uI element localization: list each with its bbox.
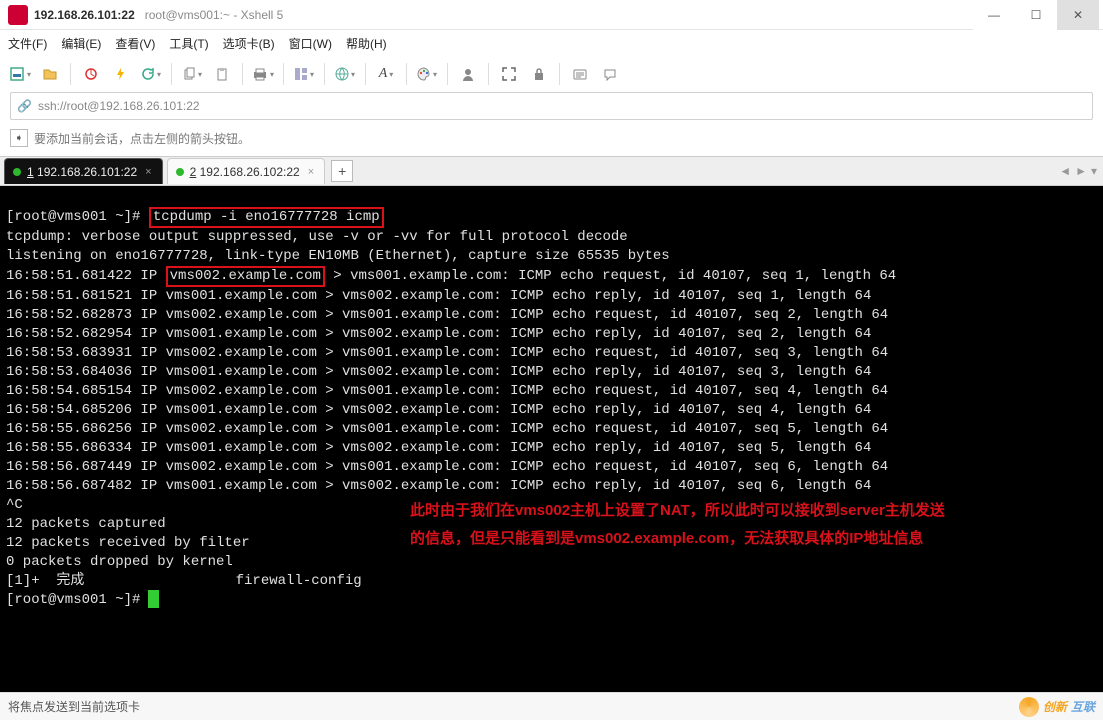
term-line: 16:58:52.682873 IP vms002.example.com > … [6, 307, 888, 323]
reconnect-button[interactable] [137, 60, 165, 88]
menu-tools[interactable]: 工具(T) [169, 35, 208, 52]
tab-2-label: 192.168.26.102:22 [200, 165, 300, 179]
term-line: listening on eno16777728, link-type EN10… [6, 248, 670, 264]
annotation-line-1: 此时由于我们在vms002主机上设置了NAT，所以此时可以接收到server主机… [410, 498, 945, 524]
term-line: 12 packets captured [6, 516, 166, 532]
session-tabs: 1 192.168.26.101:22 × 2 192.168.26.102:2… [0, 156, 1103, 186]
term-line-part: > vms001.example.com: ICMP echo request,… [325, 268, 896, 284]
term-line: 16:58:52.682954 IP vms001.example.com > … [6, 326, 871, 342]
link-icon: 🔗 [17, 99, 32, 113]
status-text: 将焦点发送到当前选项卡 [8, 698, 140, 715]
user-button[interactable] [454, 60, 482, 88]
menu-edit[interactable]: 编辑(E) [61, 35, 101, 52]
terminal-cursor [149, 591, 158, 607]
app-icon [8, 5, 28, 25]
term-line: 16:58:55.686256 IP vms002.example.com > … [6, 421, 888, 437]
term-line: 16:58:55.686334 IP vms001.example.com > … [6, 440, 871, 456]
color-scheme-button[interactable] [413, 60, 441, 88]
compose-button[interactable] [566, 60, 594, 88]
maximize-button[interactable]: ☐ [1015, 0, 1057, 30]
menu-help[interactable]: 帮助(H) [346, 35, 387, 52]
terminal-output[interactable]: [root@vms001 ~]# tcpdump -i eno16777728 … [0, 186, 1103, 692]
term-line: 0 packets dropped by kernel [6, 554, 233, 570]
brand-icon [1019, 697, 1039, 717]
font-button[interactable]: A [372, 60, 400, 88]
menu-view[interactable]: 查看(V) [115, 35, 155, 52]
disconnect-bolt-icon[interactable] [107, 60, 135, 88]
tab-scroll-right-icon[interactable]: ► [1075, 164, 1087, 178]
tab-1-close-icon[interactable]: × [145, 166, 151, 178]
hint-bar: ➧ 要添加当前会话，点击左侧的箭头按钮。 [10, 124, 1093, 152]
window-title-host: 192.168.26.101:22 [34, 8, 135, 22]
toolbar: A [0, 56, 1103, 92]
term-line: 16:58:53.684036 IP vms001.example.com > … [6, 364, 871, 380]
annotation-line-2: 的信息，但是只能看到是vms002.example.com，无法获取具体的IP地… [410, 526, 923, 552]
new-session-button[interactable] [6, 60, 34, 88]
brand-text-2: 互联 [1071, 698, 1095, 715]
term-line: 16:58:53.683931 IP vms002.example.com > … [6, 345, 888, 361]
tab-menu-icon[interactable]: ▾ [1091, 164, 1097, 178]
status-dot-icon [176, 168, 184, 176]
menu-window[interactable]: 窗口(W) [289, 35, 332, 52]
layout-button[interactable] [290, 60, 318, 88]
status-dot-icon [13, 168, 21, 176]
tab-2-index: 2 [190, 165, 197, 179]
term-line: [1]+ 完成 firewall-config [6, 573, 362, 589]
tab-session-2[interactable]: 2 192.168.26.102:22 × [167, 158, 326, 184]
tab-add-button[interactable]: + [331, 160, 353, 182]
menu-tabs[interactable]: 选项卡(B) [223, 35, 275, 52]
tab-1-index: 1 [27, 165, 34, 179]
prompt: [root@vms001 ~]# [6, 209, 149, 225]
term-line: tcpdump: verbose output suppressed, use … [6, 229, 628, 245]
term-line: 16:58:56.687482 IP vms001.example.com > … [6, 478, 871, 494]
window-title-suffix: root@vms001:~ - Xshell 5 [145, 8, 284, 22]
lock-icon[interactable] [525, 60, 553, 88]
tab-session-1[interactable]: 1 192.168.26.101:22 × [4, 158, 163, 184]
chat-button[interactable] [596, 60, 624, 88]
term-line: 16:58:54.685154 IP vms002.example.com > … [6, 383, 888, 399]
fullscreen-button[interactable] [495, 60, 523, 88]
term-line: 16:58:56.687449 IP vms002.example.com > … [6, 459, 888, 475]
brand-logo: 创新互联 [1019, 697, 1095, 717]
connect-button[interactable] [77, 60, 105, 88]
menubar: 文件(F) 编辑(E) 查看(V) 工具(T) 选项卡(B) 窗口(W) 帮助(… [0, 30, 1103, 56]
open-button[interactable] [36, 60, 64, 88]
paste-button[interactable] [208, 60, 236, 88]
print-button[interactable] [249, 60, 277, 88]
copy-button[interactable] [178, 60, 206, 88]
tab-scroll-left-icon[interactable]: ◄ [1059, 164, 1071, 178]
prompt: [root@vms001 ~]# [6, 592, 149, 608]
term-line: 16:58:54.685206 IP vms001.example.com > … [6, 402, 871, 418]
brand-text-1: 创新 [1043, 698, 1067, 715]
encoding-button[interactable] [331, 60, 359, 88]
add-session-arrow-button[interactable]: ➧ [10, 129, 28, 147]
term-line: ^C [6, 497, 23, 513]
tab-2-close-icon[interactable]: × [308, 166, 314, 178]
minimize-button[interactable]: — [973, 0, 1015, 30]
term-line: 12 packets received by filter [6, 535, 250, 551]
status-bar: 将焦点发送到当前选项卡 创新互联 [0, 692, 1103, 720]
highlighted-command: tcpdump -i eno16777728 icmp [149, 207, 384, 228]
menu-file[interactable]: 文件(F) [8, 35, 47, 52]
window-titlebar: 192.168.26.101:22 root@vms001:~ - Xshell… [0, 0, 1103, 30]
highlighted-host: vms002.example.com [166, 266, 325, 287]
term-line-part: 16:58:51.681422 IP [6, 268, 166, 284]
hint-text: 要添加当前会话，点击左侧的箭头按钮。 [34, 130, 250, 147]
term-line: 16:58:51.681521 IP vms001.example.com > … [6, 288, 871, 304]
address-bar[interactable]: 🔗 ssh://root@192.168.26.101:22 [10, 92, 1093, 120]
close-button[interactable]: ✕ [1057, 0, 1099, 30]
address-text: ssh://root@192.168.26.101:22 [38, 99, 200, 113]
tab-1-label: 192.168.26.101:22 [37, 165, 137, 179]
